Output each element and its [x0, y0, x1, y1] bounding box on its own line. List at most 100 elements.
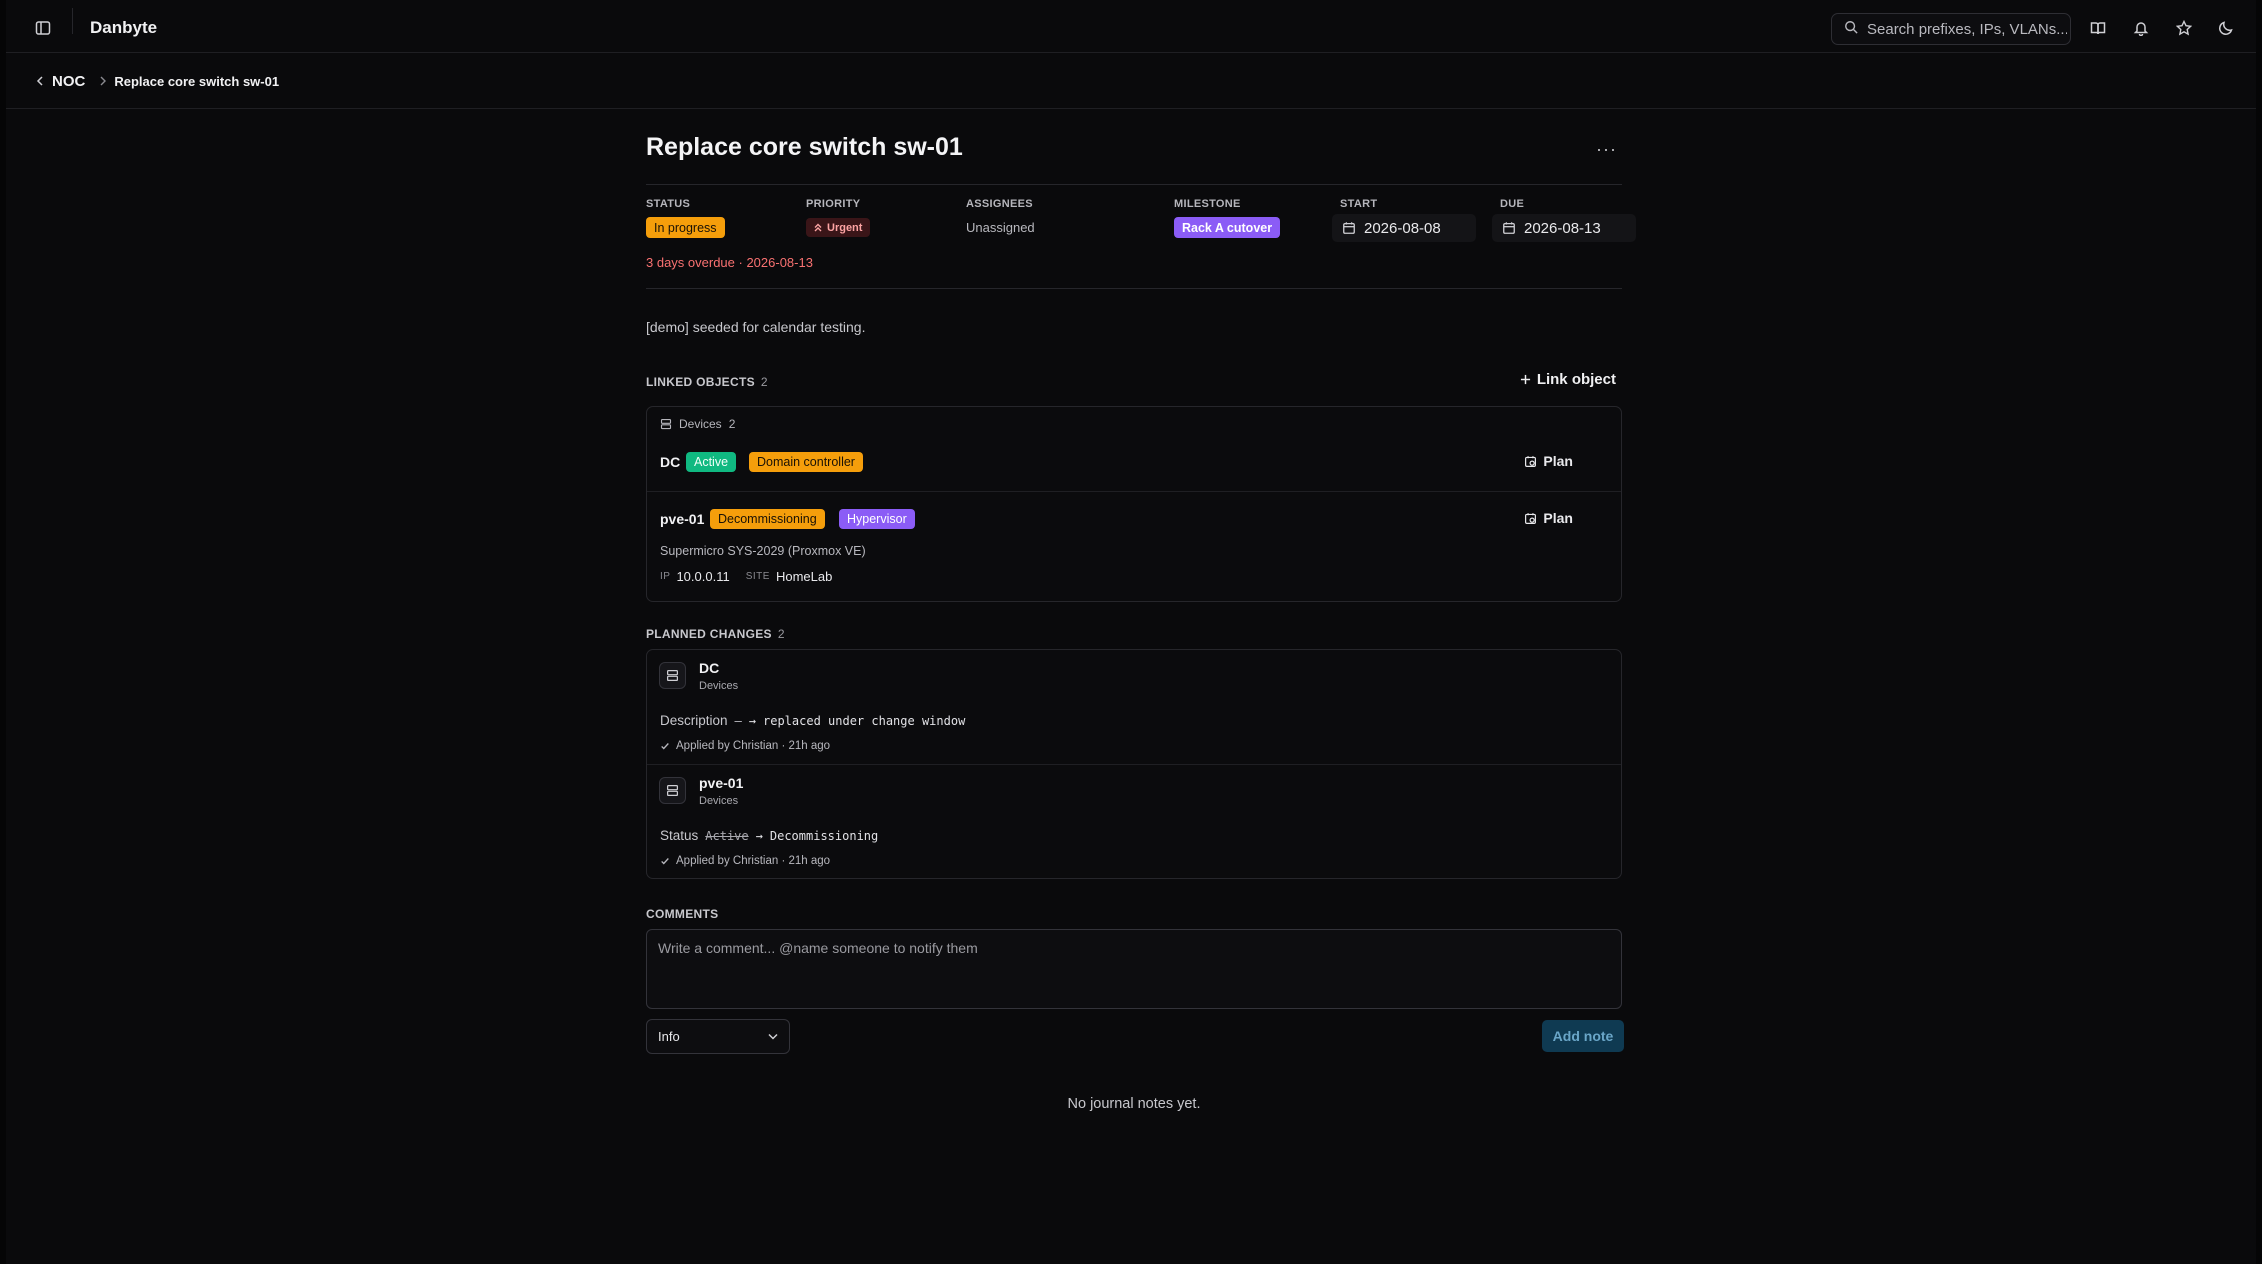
due-date-picker[interactable]: 2026-08-13: [1492, 214, 1636, 242]
app-title: Danbyte: [90, 18, 158, 37]
double-chevron-up-icon: [814, 223, 822, 232]
change-target-name[interactable]: pve-01: [699, 775, 743, 791]
priority-text: Urgent: [827, 221, 863, 234]
start-date: 2026-08-08: [1364, 219, 1441, 237]
search-box[interactable]: [1831, 13, 2071, 45]
change-target-name[interactable]: DC: [699, 660, 719, 676]
chevron-down-icon: [768, 1033, 778, 1040]
breadcrumb-parent: NOC: [52, 72, 86, 90]
change-old-value: Active: [705, 828, 749, 843]
plan-label: Plan: [1543, 453, 1573, 469]
overdue-notice: 3 days overdue · 2026-08-13: [646, 255, 813, 270]
device-model: Supermicro SYS-2029 (Proxmox VE): [660, 544, 866, 558]
priority-badge[interactable]: Urgent: [806, 218, 871, 237]
plan-button[interactable]: Plan: [1524, 510, 1573, 526]
planned-changes-label: PLANNED CHANGES: [646, 627, 772, 641]
bell-icon[interactable]: [2130, 17, 2152, 39]
change-field: Description: [660, 713, 728, 728]
planned-changes-count: 2: [777, 627, 785, 641]
arrow-right-icon: →: [755, 828, 763, 843]
planned-change-item: DC Devices Description — → replaced unde…: [647, 650, 1621, 765]
issue-description: [demo] seeded for calendar testing.: [646, 319, 866, 335]
link-object-button[interactable]: Link object: [1520, 371, 1616, 388]
site-value: HomeLab: [775, 569, 833, 584]
sidebar-toggle-icon[interactable]: [32, 17, 54, 39]
change-applied-text: Applied by Christian · 21h ago: [676, 855, 831, 867]
linked-objects-heading: LINKED OBJECTS 2: [646, 375, 768, 389]
search-input[interactable]: [1867, 20, 2067, 38]
ip-value: 10.0.0.11: [676, 569, 730, 584]
device-name[interactable]: DC: [660, 454, 680, 470]
server-icon: [659, 662, 686, 689]
check-icon: [661, 858, 669, 865]
role-tag-domain-controller: Domain controller: [749, 452, 863, 472]
due-label: DUE: [1500, 198, 1525, 210]
meta-divider: [646, 288, 1622, 289]
plus-icon: [1520, 374, 1530, 385]
change-old-value: —: [734, 713, 742, 728]
change-diff: Status Active → Decommissioning: [660, 828, 878, 843]
change-applied-info: Applied by Christian · 21h ago: [660, 855, 830, 867]
assignees-value[interactable]: Unassigned: [966, 220, 1035, 235]
due-date: 2026-08-13: [1524, 219, 1601, 237]
site-label: SITE: [745, 571, 770, 582]
change-new-value: replaced under change window: [763, 713, 966, 728]
change-applied-text: Applied by Christian · 21h ago: [676, 740, 831, 752]
chevron-left-icon: [36, 76, 43, 86]
add-note-button[interactable]: Add note: [1542, 1020, 1624, 1052]
device-attributes: IP 10.0.0.11 SITE HomeLab: [660, 569, 832, 584]
status-label: STATUS: [646, 198, 691, 210]
change-new-value: Decommissioning: [769, 828, 879, 843]
status-tag-decommissioning: Decommissioning: [710, 509, 825, 529]
arrow-right-icon: →: [748, 713, 756, 728]
breadcrumb-back-link[interactable]: NOC: [36, 73, 85, 90]
star-icon[interactable]: [2173, 17, 2195, 39]
calendar-icon: [1503, 222, 1515, 234]
status-tag-active: Active: [686, 452, 737, 472]
milestone-badge[interactable]: Rack A cutover: [1174, 217, 1281, 238]
moon-icon[interactable]: [2215, 17, 2237, 39]
start-label: START: [1340, 198, 1378, 210]
search-icon: [1844, 20, 1858, 39]
note-level-select[interactable]: Info: [646, 1019, 790, 1054]
page-title: Replace core switch sw-01: [646, 133, 963, 161]
breadcrumb: NOC Replace core switch sw-01: [6, 54, 2256, 109]
milestone-label: MILESTONE: [1174, 198, 1241, 210]
linked-objects-label: LINKED OBJECTS: [646, 375, 755, 389]
planned-changes-heading: PLANNED CHANGES 2: [646, 627, 785, 641]
note-level-value: Info: [658, 1029, 680, 1044]
breadcrumb-current: Replace core switch sw-01: [114, 73, 280, 89]
change-diff: Description — → replaced under change wi…: [660, 713, 965, 728]
comment-box[interactable]: [646, 929, 1622, 1009]
change-target-type: Devices: [699, 680, 739, 692]
ip-label: IP: [660, 571, 671, 582]
planned-changes-panel: DC Devices Description — → replaced unde…: [646, 649, 1622, 879]
linked-objects-count: 2: [760, 375, 768, 389]
change-target-type: Devices: [699, 795, 739, 807]
link-object-label: Link object: [1536, 371, 1616, 388]
app-window: Danbyte NOC Replace core switch sw-0: [6, 0, 2256, 1264]
change-applied-info: Applied by Christian · 21h ago: [660, 740, 830, 752]
plan-button[interactable]: Plan: [1524, 453, 1573, 469]
priority-label: PRIORITY: [806, 198, 861, 210]
linked-device-row[interactable]: pve-01 Decommissioning Hypervisor Plan S…: [647, 492, 1621, 602]
check-icon: [661, 743, 669, 750]
empty-journal-message: No journal notes yet.: [1067, 1096, 1201, 1112]
comment-input[interactable]: [658, 940, 1610, 998]
role-tag-hypervisor: Hypervisor: [839, 509, 915, 529]
book-icon[interactable]: [2087, 17, 2109, 39]
top-bar: Danbyte: [6, 0, 2256, 53]
title-divider: [646, 184, 1622, 185]
device-name[interactable]: pve-01: [660, 511, 704, 527]
assignees-label: ASSIGNEES: [966, 198, 1033, 210]
server-icon: [659, 777, 686, 804]
topbar-divider: [72, 8, 73, 34]
status-badge[interactable]: In progress: [646, 217, 725, 238]
change-field: Status: [660, 828, 699, 843]
linked-device-row[interactable]: DC Active Domain controller Plan: [647, 407, 1621, 491]
linked-objects-panel: Devices 2 DC Active Domain controller Pl…: [646, 406, 1622, 602]
more-options-button[interactable]: ···: [1596, 139, 1616, 160]
calendar-clock-icon: [1525, 512, 1537, 524]
comments-heading: COMMENTS: [646, 907, 719, 921]
start-date-picker[interactable]: 2026-08-08: [1332, 214, 1476, 242]
